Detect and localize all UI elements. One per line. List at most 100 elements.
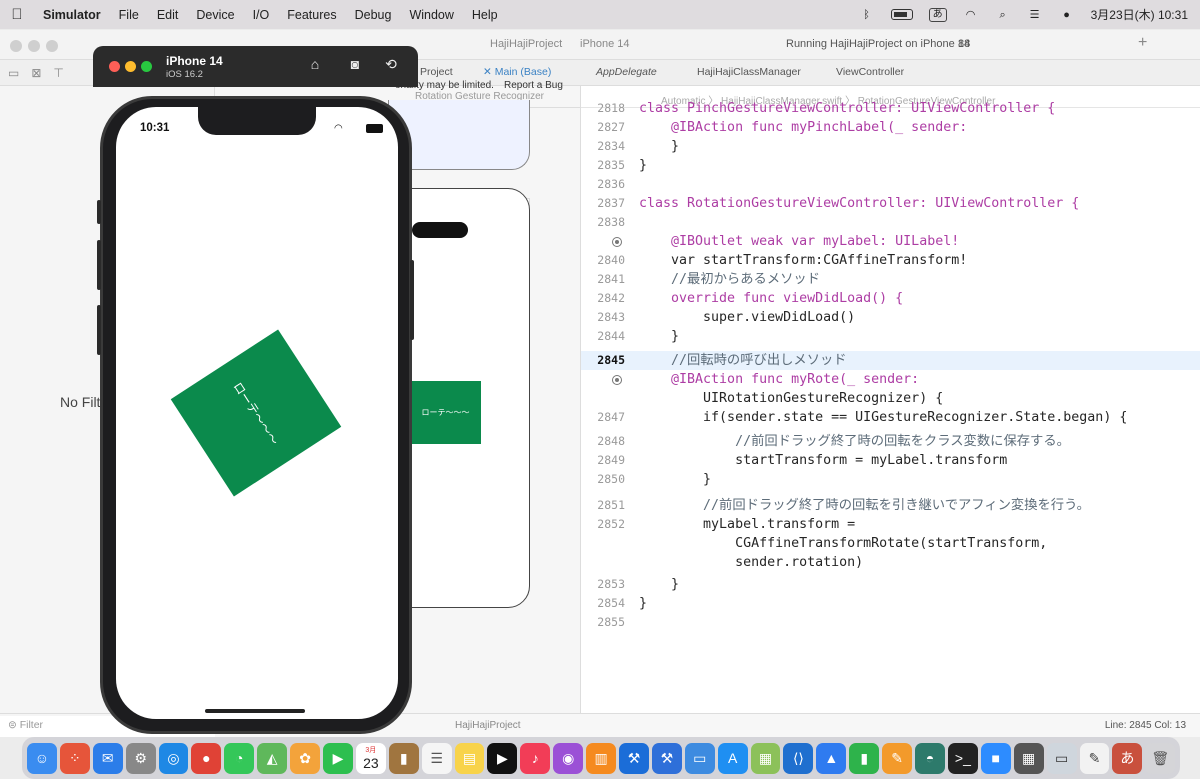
symbol-icon[interactable]: ⊤ [53, 66, 63, 80]
zoom-app-icon[interactable]: ■ [980, 742, 1011, 774]
menu-edit[interactable]: Edit [148, 8, 188, 22]
xcode-icon[interactable]: ⚒ [619, 742, 649, 774]
podcasts-icon[interactable]: ◉ [553, 742, 584, 774]
debug-crumb[interactable]: HajiHajiProject [455, 720, 521, 731]
instruments-icon[interactable]: ⚒ [651, 742, 682, 774]
spotlight-icon[interactable]: ⌕ [995, 9, 1011, 21]
line-number[interactable]: 2836 [581, 175, 625, 194]
code-line[interactable]: 2852 myLabel.transform = [581, 515, 1200, 534]
line-number[interactable]: 2850 [581, 470, 625, 489]
line-number[interactable]: 2834 [581, 137, 625, 156]
apple-menu-icon[interactable]:  [0, 6, 34, 23]
wifi-icon[interactable]: ◠ [963, 9, 979, 21]
tv-icon[interactable]: ▶ [487, 742, 518, 774]
line-number[interactable]: 2852 [581, 515, 625, 534]
numbers-icon[interactable]: ▦ [750, 742, 781, 774]
calendar-icon[interactable]: 3月 23 [355, 742, 386, 774]
facetime-icon[interactable]: ▶ [323, 742, 353, 774]
battery-icon[interactable] [890, 9, 913, 20]
minimize-button[interactable] [28, 40, 40, 52]
connection-outlet-icon[interactable] [612, 237, 622, 247]
keynote-icon[interactable]: ▲ [816, 742, 847, 774]
menu-file[interactable]: File [110, 8, 148, 22]
menu-clock[interactable]: 3月23日(木) 10:31 [1091, 6, 1188, 23]
sim-close-button[interactable] [109, 61, 120, 72]
code-editor[interactable]: Automatic 〉 HajiHajiClassManager.swift 〉… [581, 86, 1200, 716]
code-line[interactable]: 2841 //最初からあるメソッド [581, 270, 1200, 289]
system-settings-icon[interactable]: ⚙ [125, 742, 156, 774]
tab-main-base[interactable]: ✕ Main (Base) [483, 66, 551, 78]
storyboard-label[interactable]: ローテ〜〜〜 [410, 381, 481, 444]
code-line[interactable]: 2853 } [581, 575, 1200, 594]
line-number[interactable]: 2841 [581, 270, 625, 289]
code-line[interactable]: 2855 [581, 613, 1200, 632]
code-line[interactable]: @IBOutlet weak var myLabel: UILabel! [581, 232, 1200, 251]
code-line[interactable]: 2818 class PinchGestureViewController: UI… [581, 99, 1200, 118]
menu-window[interactable]: Window [400, 8, 462, 22]
safari-icon[interactable]: ◎ [158, 742, 189, 774]
photos-icon[interactable]: ✿ [290, 742, 321, 774]
line-number[interactable]: 2855 [581, 613, 625, 632]
textedit-icon[interactable]: ✎ [1079, 742, 1110, 774]
menu-help[interactable]: Help [463, 8, 507, 22]
code-line[interactable]: 2837 class RotationGestureViewController:… [581, 194, 1200, 213]
code-line[interactable]: 2848 //前回ドラッグ終了時の回転をクラス変数に保存する。 [581, 432, 1200, 451]
line-number[interactable]: 2849 [581, 451, 625, 470]
menu-debug[interactable]: Debug [346, 8, 401, 22]
menu-io[interactable]: I/O [244, 8, 279, 22]
notes-icon[interactable]: ▤ [454, 742, 485, 774]
screenshot-icon[interactable]: ◙ [345, 56, 365, 76]
mail-icon[interactable]: ✉ [92, 742, 123, 774]
source-control-icon[interactable]: ⊠ [31, 66, 41, 80]
line-number[interactable]: 2842 [581, 289, 625, 308]
line-number[interactable]: 2848 [581, 432, 625, 451]
numbers-chart-icon[interactable]: ▮ [849, 742, 880, 774]
trash-icon[interactable]: 🗑 [1145, 742, 1176, 774]
siri-icon[interactable]: ● [1059, 9, 1075, 21]
home-indicator[interactable] [205, 709, 305, 713]
report-bug-link[interactable]: Report a Bug [504, 80, 563, 91]
finder-icon[interactable]: ☺ [27, 742, 57, 774]
line-number[interactable]: 2840 [581, 251, 625, 270]
pages-icon[interactable]: ✎ [882, 742, 913, 774]
device-selector[interactable]: iPhone 14 [580, 38, 630, 50]
sim-minimize-button[interactable] [125, 61, 136, 72]
code-line[interactable]: @IBAction func myRote(_ sender: [581, 370, 1200, 389]
tab-project[interactable]: Project [420, 66, 453, 78]
maps-icon[interactable]: ◭ [257, 742, 288, 774]
code-line[interactable]: 2843 super.viewDidLoad() [581, 308, 1200, 327]
code-line[interactable]: 2834 } [581, 137, 1200, 156]
rotate-icon[interactable]: ⟲ [381, 56, 401, 76]
folder-icon[interactable]: ▭ [8, 66, 19, 80]
code-line[interactable]: 2838 [581, 213, 1200, 232]
warning-count[interactable]: 88 [958, 38, 970, 50]
code-line[interactable]: 2847 if(sender.state == UIGestureRecogni… [581, 408, 1200, 427]
line-number[interactable]: 2851 [581, 496, 625, 515]
tab-viewcontroller[interactable]: ViewController [836, 66, 904, 78]
line-number[interactable]: 2853 [581, 575, 625, 594]
code-line[interactable]: 2854} [581, 594, 1200, 613]
code-line[interactable]: 2851 //前回ドラッグ終了時の回転を引き継いでアフィン変換を行う。 [581, 496, 1200, 515]
dictionary-icon[interactable]: あ [1112, 742, 1143, 774]
reminders-icon[interactable]: ☰ [421, 742, 452, 774]
code-line[interactable]: CGAffineTransformRotate(startTransform, [581, 534, 1200, 553]
chrome-icon[interactable]: ● [191, 742, 222, 774]
line-number[interactable]: 2827 [581, 118, 625, 137]
messages-icon[interactable]: ◔ [224, 742, 255, 774]
line-number[interactable]: 2835 [581, 156, 625, 175]
contacts-icon[interactable]: ▮ [388, 742, 419, 774]
code-line[interactable]: UIRotationGestureRecognizer) { [581, 389, 1200, 408]
line-number[interactable]: 2845 [581, 351, 625, 370]
launchpad-icon[interactable]: ⁘ [59, 742, 90, 774]
code-line[interactable]: 2840 var startTransform:CGAffineTransfor… [581, 251, 1200, 270]
tab-appdelegate[interactable]: AppDelegate [596, 66, 657, 78]
input-method-icon[interactable]: あ [928, 7, 947, 22]
scheme-selector[interactable]: HajiHajiProject [490, 38, 562, 50]
code-line[interactable]: 2836 [581, 175, 1200, 194]
code-line[interactable]: 2845 //回転時の呼び出しメソッド [581, 351, 1200, 370]
close-icon[interactable]: ✕ [483, 66, 495, 78]
code-line[interactable]: 2827 @IBAction func myPinchLabel(_ sende… [581, 118, 1200, 137]
music-icon[interactable]: ♪ [520, 742, 551, 774]
sim-zoom-button[interactable] [141, 61, 152, 72]
home-icon[interactable]: ⌂ [305, 56, 325, 76]
